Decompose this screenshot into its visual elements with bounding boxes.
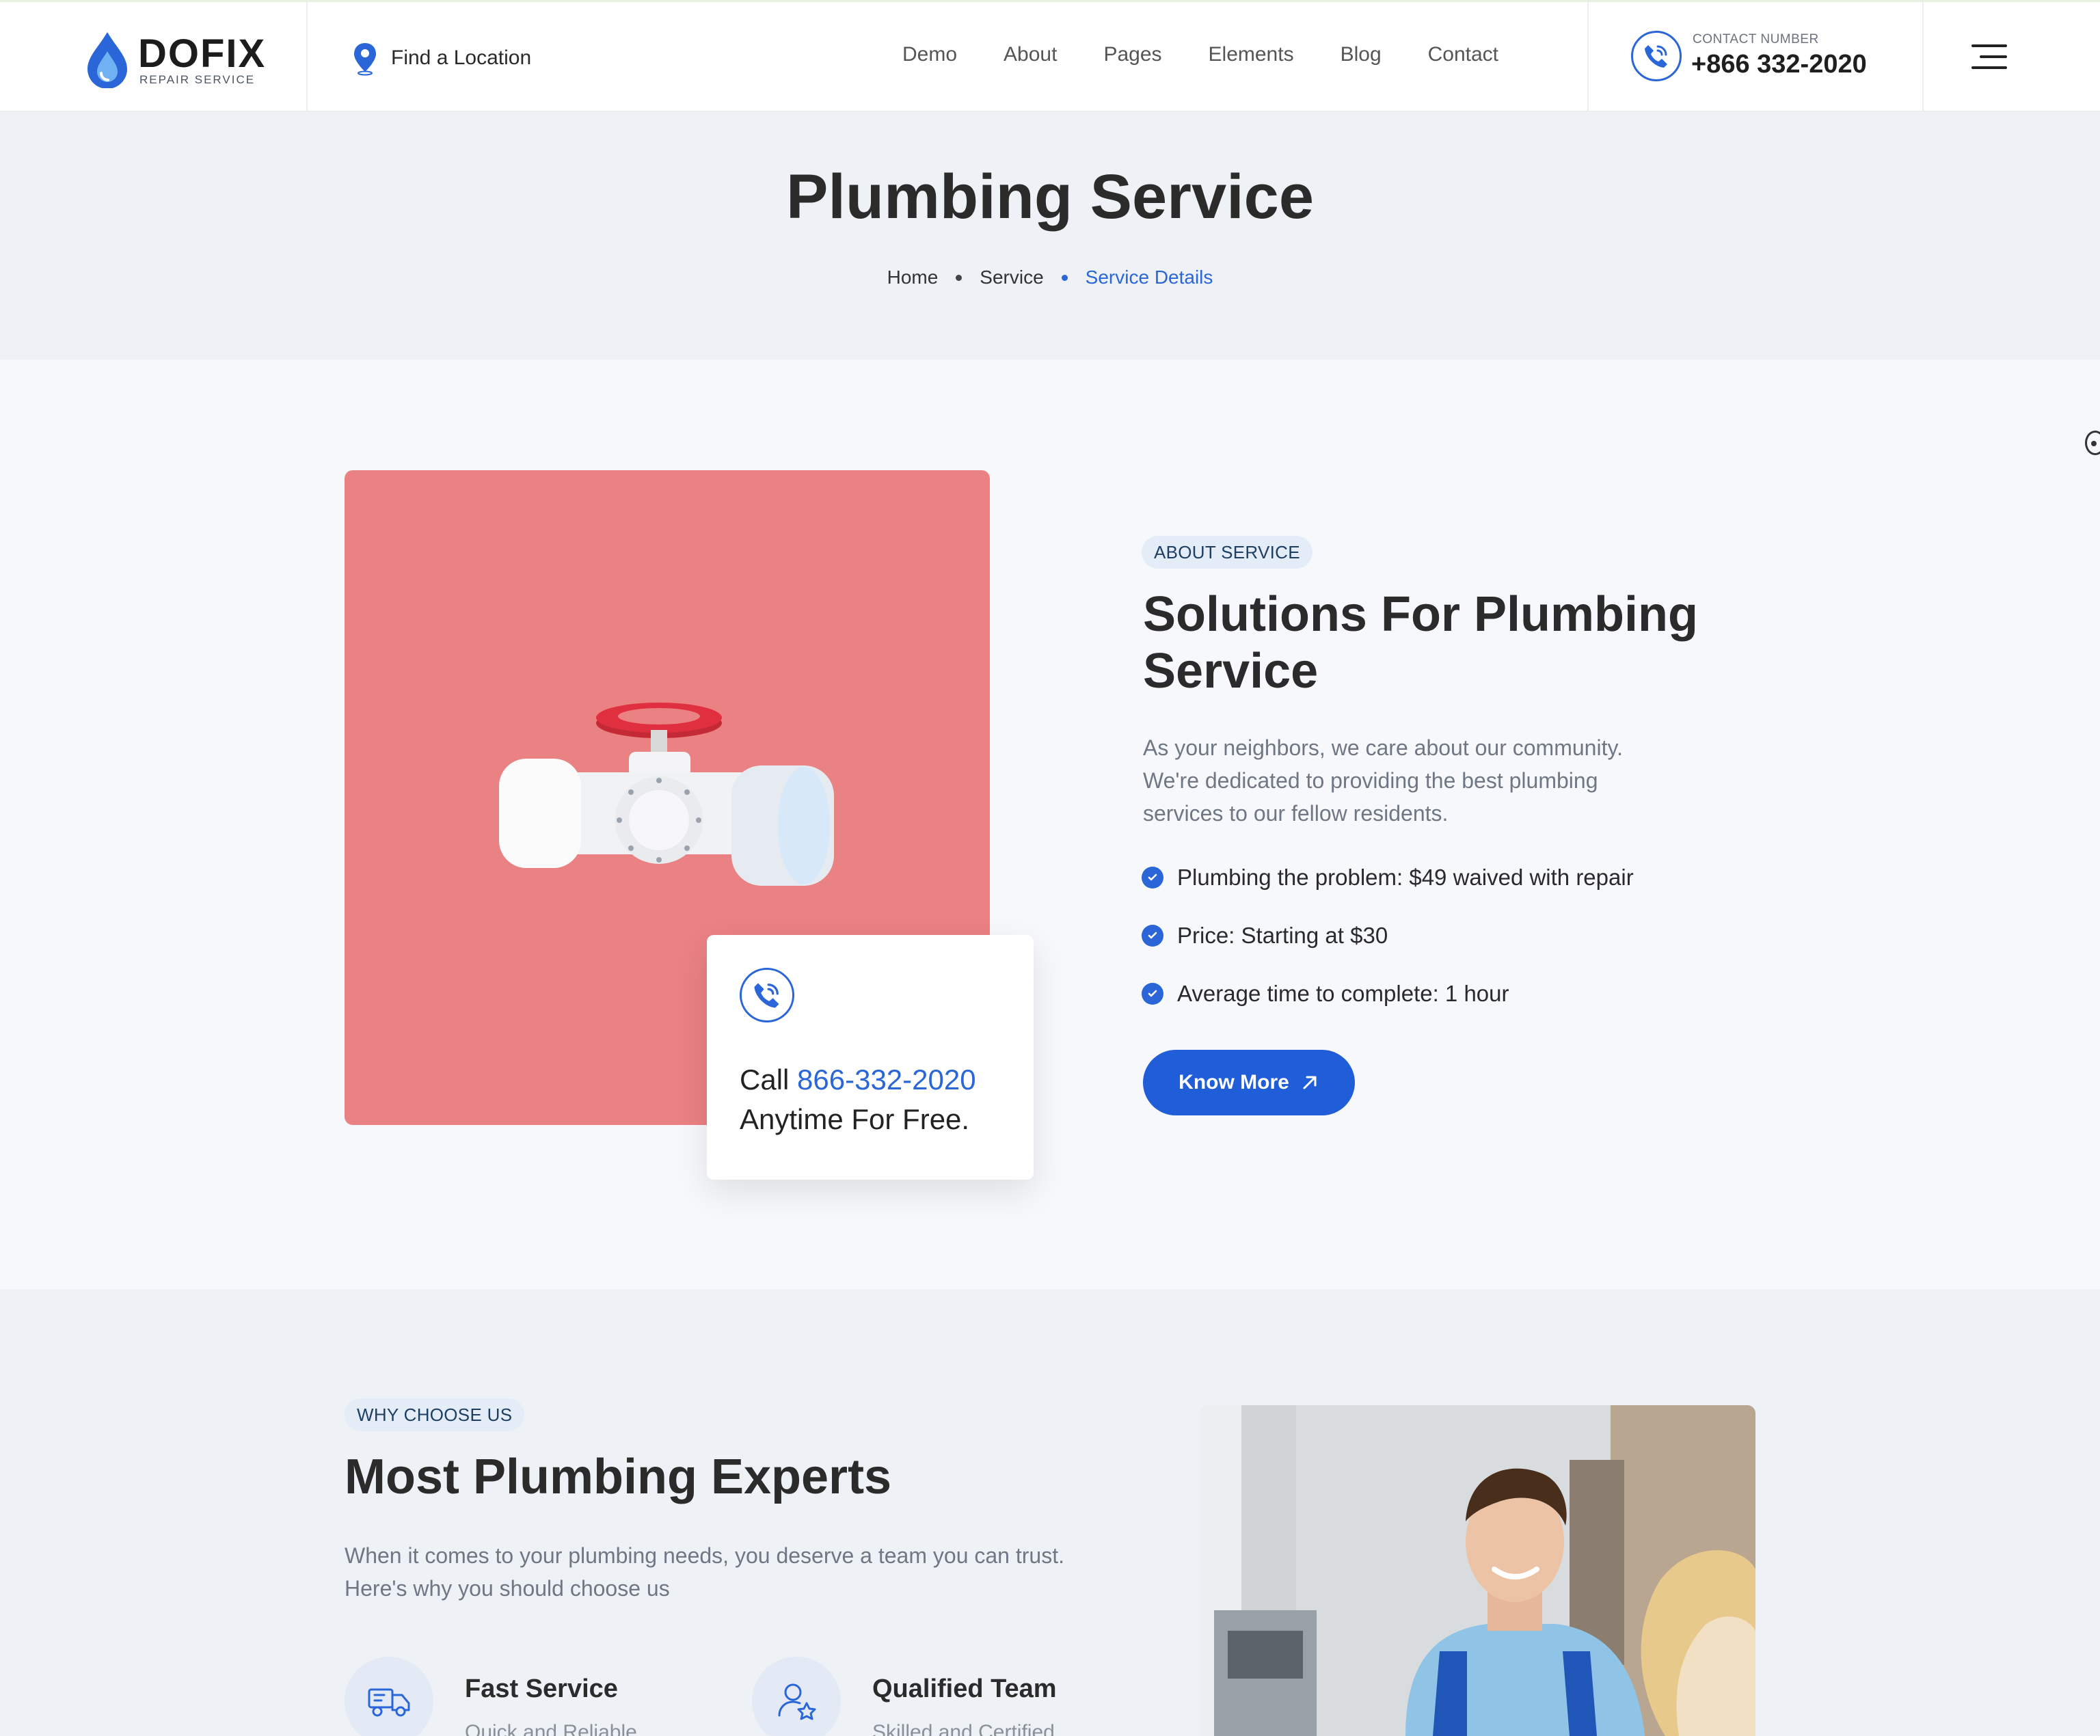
water-drop-logo-icon [88,32,127,88]
nav-demo[interactable]: Demo [902,43,957,66]
check-circle-icon [1142,867,1163,889]
breadcrumb-home[interactable]: Home [887,267,939,288]
contact-label: CONTACT NUMBER [1693,32,1819,46]
breadcrumb-separator [1061,274,1068,281]
about-title-line: Solutions For Plumbing [1143,587,1698,642]
check-circle-icon [1142,983,1163,1005]
contact-phone: +866 332-2020 [1691,50,1867,79]
logo-tagline: REPAIR SERVICE [139,73,256,86]
about-title-line: Service [1143,643,1319,699]
call-anytime-card: Call 866-332-2020 Anytime For Free. [707,935,1034,1180]
page-title: Plumbing Service [785,162,1315,232]
list-item-text: Price: Starting at $30 [1177,923,1388,948]
find-location-label: Find a Location [391,46,532,69]
logo-wordmark: DOFIX [138,31,267,76]
nav-blog[interactable]: Blog [1341,43,1382,66]
about-service-title: Solutions For Plumbing Service [1143,586,1698,700]
breadcrumb-service[interactable]: Service [980,267,1043,288]
phone-call-icon [1631,31,1682,81]
list-item-text: Average time to complete: 1 hour [1177,981,1509,1006]
about-service-section [0,360,2100,1289]
know-more-button[interactable]: Know More [1143,1050,1355,1115]
page-title-band [0,112,2100,360]
feature-subtitle: Skilled and Certified [872,1721,1055,1736]
find-location-link[interactable]: Find a Location [350,40,531,76]
why-choose-tag: WHY CHOOSE US [345,1398,525,1431]
site-header: DOFIX REPAIR SERVICE Find a Location Dem… [0,0,2100,113]
why-choose-title: Most Plumbing Experts [345,1450,892,1504]
list-item: Average time to complete: 1 hour [1142,979,1634,1009]
know-more-label: Know More [1179,1071,1289,1094]
contact-number-block[interactable]: CONTACT NUMBER +866 332-2020 [1631,29,1904,87]
breadcrumb-separator [956,274,962,281]
why-desc-line: Here's why you should choose us [345,1576,670,1601]
about-desc-line: We're dedicated to providing the best pl… [1143,768,1598,793]
why-choose-description: When it comes to your plumbing needs, yo… [345,1539,1064,1605]
hamburger-menu-icon[interactable] [1971,43,2007,70]
call-phone-link[interactable]: 866-332-2020 [797,1063,976,1096]
list-item: Price: Starting at $30 [1142,921,1634,951]
header-divider [306,2,308,113]
scroll-indicator-icon[interactable] [2085,431,2100,455]
check-circle-icon [1142,925,1163,947]
nav-contact[interactable]: Contact [1428,43,1498,66]
plumber-illustration [1200,1405,1755,1736]
breadcrumb: Home Service Service Details [0,267,2100,288]
header-divider [1922,2,1924,113]
plumber-photo [1200,1405,1755,1736]
about-desc-line: As your neighbors, we care about our com… [1143,735,1623,760]
feature-subtitle: Quick and Reliable [465,1721,637,1736]
pipe-valve-illustration [499,703,834,886]
map-pin-icon [354,43,376,76]
call-prefix: Call [740,1063,790,1096]
breadcrumb-current: Service Details [1085,267,1213,288]
nav-pages[interactable]: Pages [1103,43,1161,66]
about-service-description: As your neighbors, we care about our com… [1143,731,1623,830]
header-divider [1587,2,1589,113]
nav-elements[interactable]: Elements [1209,43,1294,66]
about-desc-line: services to our fellow residents. [1143,801,1449,826]
feature-title: Fast Service [465,1674,618,1703]
service-feature-list: Plumbing the problem: $49 waived with re… [1142,863,1634,1037]
feature-title: Qualified Team [872,1674,1057,1703]
logo[interactable]: DOFIX REPAIR SERVICE [85,27,267,90]
list-item-text: Plumbing the problem: $49 waived with re… [1177,865,1634,890]
phone-call-icon [740,968,794,1022]
why-desc-line: When it comes to your plumbing needs, yo… [345,1543,1064,1568]
call-text: Call 866-332-2020 [740,1063,976,1096]
why-choose-us-section [0,1289,2100,1736]
call-suffix: Anytime For Free. [740,1103,970,1135]
main-nav: Demo About Pages Elements Blog Contact [902,43,1498,66]
list-item: Plumbing the problem: $49 waived with re… [1142,863,1634,893]
nav-about[interactable]: About [1004,43,1057,66]
arrow-up-right-icon [1303,1076,1317,1089]
about-service-tag: ABOUT SERVICE [1142,536,1312,569]
